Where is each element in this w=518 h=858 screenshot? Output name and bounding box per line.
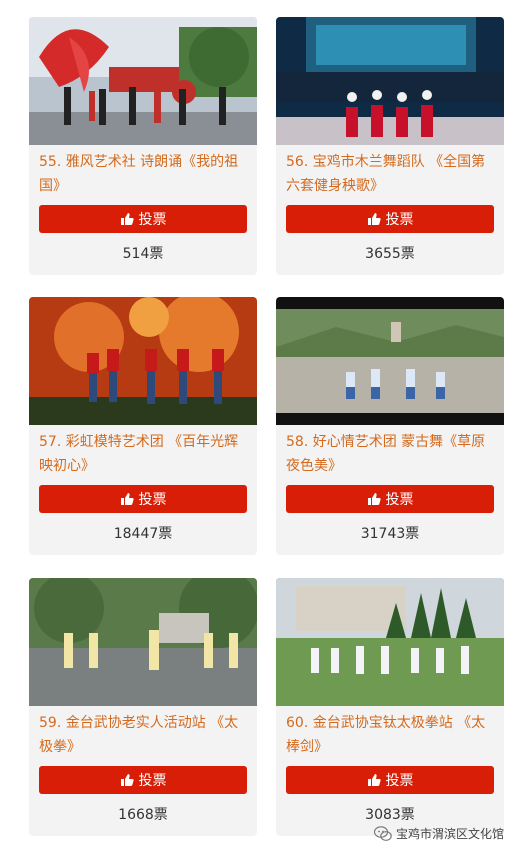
vote-count: 31743票 [360, 526, 420, 542]
watermark-text: 宝鸡市渭滨区文化馆 [395, 827, 504, 841]
vote-grid: 55. 雅风艺术社 诗朗诵《我的祖国》 投票 514票 56. 宝鸡市木兰舞蹈队… [0, 0, 518, 858]
wechat-icon [373, 825, 392, 841]
entry-thumbnail[interactable] [29, 578, 257, 706]
vote-button[interactable]: 投票 [39, 485, 247, 513]
vote-count: 18447票 [113, 526, 173, 542]
vote-count: 514票 [122, 246, 164, 262]
vote-button[interactable]: 投票 [39, 766, 247, 794]
watermark: 宝鸡市渭滨区文化馆 [373, 825, 504, 842]
thumbs-up-icon [367, 493, 381, 505]
vote-button-label: 投票 [385, 492, 414, 508]
thumbs-up-icon [120, 493, 134, 505]
thumbs-up-icon [120, 774, 134, 786]
entry-thumbnail[interactable] [276, 17, 504, 145]
entry-thumbnail[interactable] [276, 578, 504, 706]
thumbs-up-icon [120, 213, 134, 225]
vote-button-label: 投票 [385, 212, 414, 228]
entry-title: 60. 金台武协宝钛太极拳站 《太棒剑》 [286, 715, 486, 755]
entry-title: 58. 好心情艺术团 蒙古舞《草原夜色美》 [286, 434, 486, 474]
vote-button[interactable]: 投票 [286, 205, 494, 233]
entry-card-56[interactable]: 56. 宝鸡市木兰舞蹈队 《全国第六套健身秧歌》 投票 3655票 [276, 17, 504, 275]
thumbs-up-icon [367, 774, 381, 786]
vote-button[interactable]: 投票 [286, 766, 494, 794]
entry-card-55[interactable]: 55. 雅风艺术社 诗朗诵《我的祖国》 投票 514票 [29, 17, 257, 275]
entry-title: 56. 宝鸡市木兰舞蹈队 《全国第六套健身秧歌》 [286, 154, 486, 194]
vote-button-label: 投票 [385, 773, 414, 789]
entry-title: 57. 彩虹模特艺术团 《百年光辉映初心》 [39, 434, 239, 474]
entry-thumbnail[interactable] [29, 17, 257, 145]
entry-title: 59. 金台武协老实人活动站 《太极拳》 [39, 715, 239, 755]
entry-thumbnail[interactable] [29, 297, 257, 425]
entry-card-60[interactable]: 60. 金台武协宝钛太极拳站 《太棒剑》 投票 3083票 [276, 578, 504, 836]
thumbs-up-icon [367, 213, 381, 225]
entry-title: 55. 雅风艺术社 诗朗诵《我的祖国》 [39, 154, 239, 194]
vote-count: 3083票 [365, 807, 415, 823]
entry-card-58[interactable]: 58. 好心情艺术团 蒙古舞《草原夜色美》 投票 31743票 [276, 297, 504, 555]
vote-button[interactable]: 投票 [286, 485, 494, 513]
vote-button-label: 投票 [138, 492, 167, 508]
vote-button-label: 投票 [138, 773, 167, 789]
vote-button-label: 投票 [138, 212, 167, 228]
vote-button[interactable]: 投票 [39, 205, 247, 233]
entry-card-59[interactable]: 59. 金台武协老实人活动站 《太极拳》 投票 1668票 [29, 578, 257, 836]
entry-thumbnail[interactable] [276, 297, 504, 425]
vote-count: 3655票 [365, 246, 415, 262]
vote-count: 1668票 [118, 807, 168, 823]
entry-card-57[interactable]: 57. 彩虹模特艺术团 《百年光辉映初心》 投票 18447票 [29, 297, 257, 555]
